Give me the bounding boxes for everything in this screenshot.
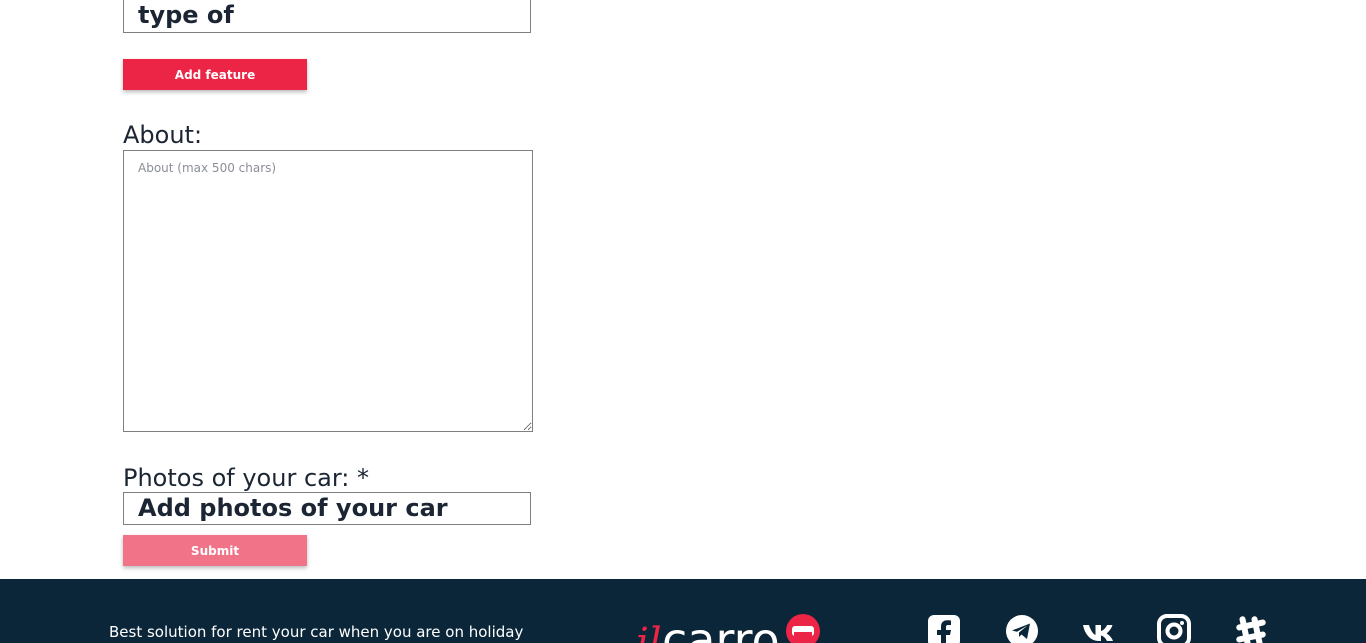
- footer-tagline: Best solution for rent your car when you…: [109, 623, 524, 641]
- feature-input[interactable]: type of: [123, 0, 531, 33]
- instagram-icon[interactable]: [1156, 613, 1192, 643]
- slack-icon[interactable]: [1233, 613, 1269, 643]
- photos-input-value: Add photos of your car: [138, 494, 448, 522]
- feature-input-value: type of: [138, 1, 234, 29]
- logo-main: carro: [662, 613, 780, 643]
- about-label: About:: [123, 121, 203, 149]
- facebook-icon[interactable]: [926, 613, 962, 643]
- logo-prefix: il: [636, 620, 662, 643]
- photos-input[interactable]: Add photos of your car: [123, 492, 531, 525]
- add-car-page: type of Add feature About: Photos of you…: [0, 0, 1366, 643]
- telegram-icon[interactable]: [1004, 613, 1040, 643]
- car-badge-stripe: [794, 632, 812, 636]
- footer: Best solution for rent your car when you…: [0, 579, 1366, 643]
- add-feature-button[interactable]: Add feature: [123, 59, 307, 90]
- submit-button[interactable]: Submit: [123, 535, 307, 566]
- ilcarro-logo[interactable]: il carro: [636, 609, 826, 643]
- about-textarea[interactable]: [123, 150, 533, 432]
- vk-icon[interactable]: [1082, 613, 1118, 643]
- photos-label: Photos of your car: *: [123, 464, 370, 492]
